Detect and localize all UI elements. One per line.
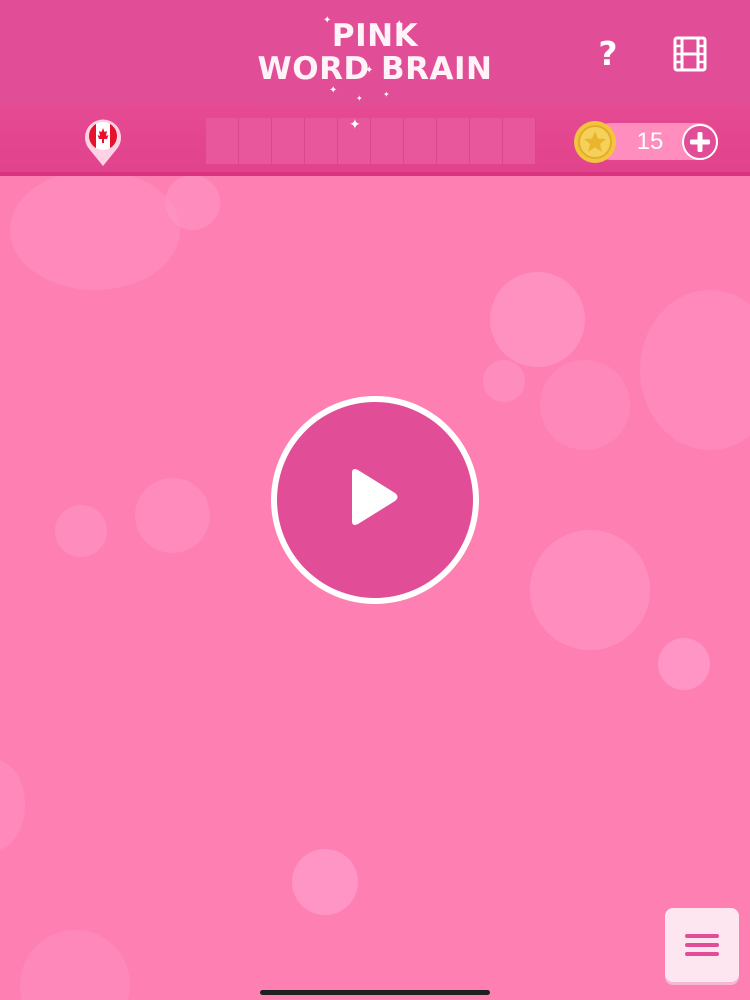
- coin-display: [573, 120, 617, 164]
- bokeh-circle: [483, 360, 525, 402]
- bokeh-circle: [135, 478, 210, 553]
- word-slots: [206, 118, 536, 164]
- canada-flag-pin-icon: [85, 119, 121, 166]
- sparkle-icon: ✦: [323, 15, 332, 26]
- menu-button[interactable]: [665, 908, 739, 982]
- add-coins-button[interactable]: [681, 123, 719, 161]
- play-icon: [271, 396, 479, 604]
- bokeh-circle: [165, 175, 220, 230]
- bokeh-circle: [540, 360, 630, 450]
- word-slot: [239, 118, 272, 164]
- sparkle-icon: ✦: [395, 19, 404, 30]
- bokeh-circle: [640, 290, 750, 450]
- bokeh-circle: [658, 638, 710, 690]
- sparkle-icon: ✦: [349, 116, 361, 132]
- coin-count: 15: [636, 128, 664, 155]
- star-coin-icon: [574, 121, 616, 163]
- word-slot: [437, 118, 470, 164]
- sparkle-icon: ✦: [329, 85, 338, 96]
- home-indicator: [260, 990, 490, 995]
- word-slot: [371, 118, 404, 164]
- plus-icon: [682, 124, 718, 160]
- bokeh-circle: [292, 849, 358, 915]
- bokeh-circle: [10, 170, 180, 290]
- title-line-2: WORD BRAIN: [257, 51, 493, 87]
- word-slot: [503, 118, 536, 164]
- word-slot: [305, 118, 338, 164]
- sparkle-icon: ✦: [383, 90, 390, 99]
- film-icon: [673, 36, 707, 72]
- bokeh-circle: [0, 760, 25, 850]
- watch-video-button[interactable]: [670, 34, 710, 74]
- help-button[interactable]: ?: [588, 30, 628, 78]
- word-slot: [470, 118, 503, 164]
- title-line-1: PINK: [331, 18, 419, 54]
- word-slot: [272, 118, 305, 164]
- bokeh-circle: [20, 930, 130, 1000]
- bokeh-circle: [530, 530, 650, 650]
- sparkle-icon: ✦: [365, 65, 374, 76]
- game-title-logo: PINK WORD BRAIN: [0, 20, 750, 86]
- word-slot: [206, 118, 239, 164]
- bokeh-circle: [490, 272, 585, 367]
- word-slot: [404, 118, 437, 164]
- bokeh-circle: [55, 505, 107, 557]
- language-selector[interactable]: [82, 116, 124, 168]
- play-button[interactable]: [268, 393, 482, 607]
- sparkle-icon: ✦: [356, 94, 363, 103]
